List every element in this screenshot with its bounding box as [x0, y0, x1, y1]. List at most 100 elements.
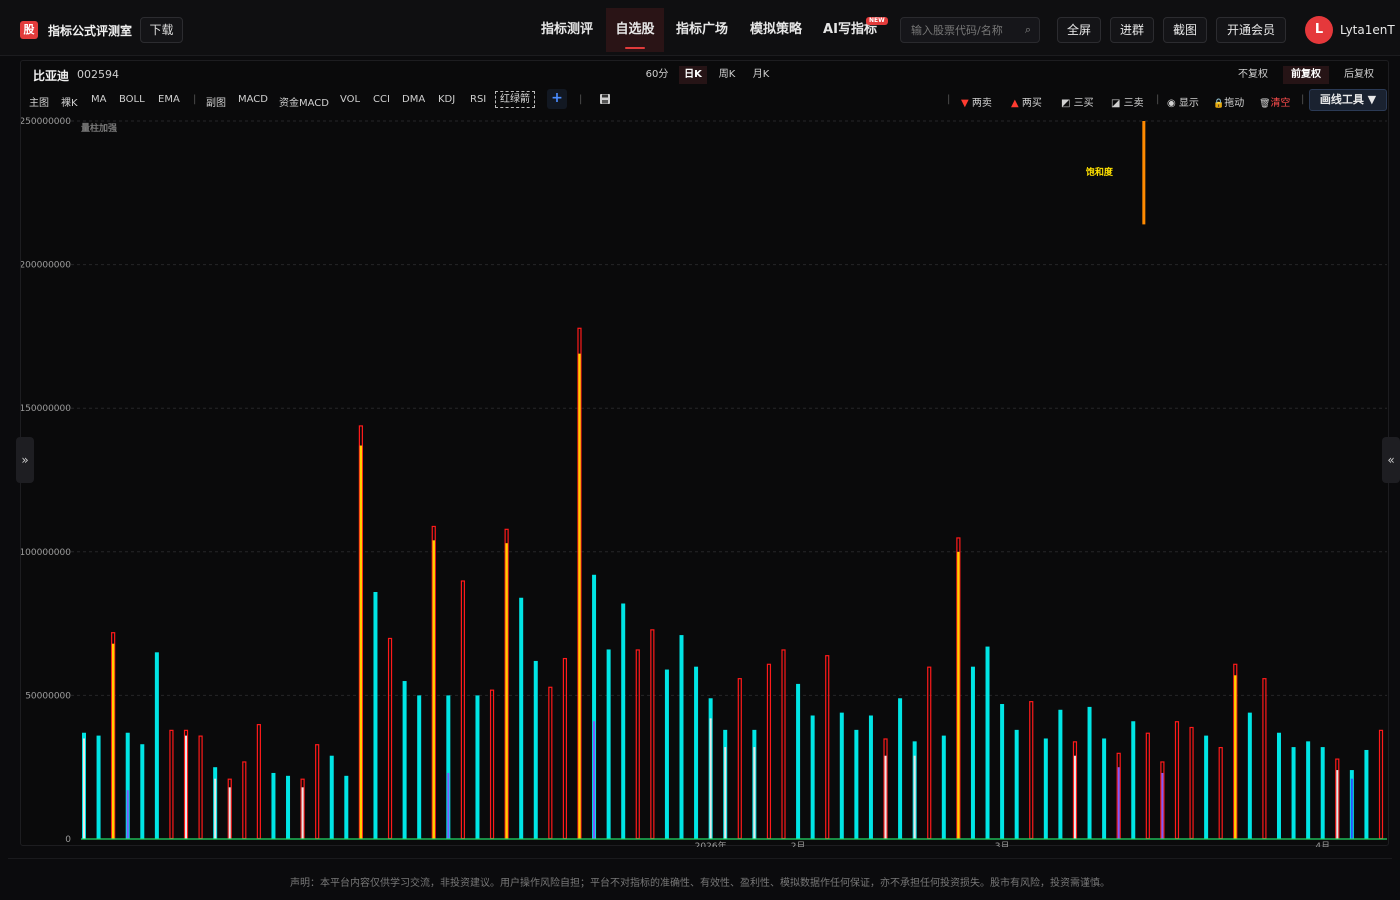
volume-bar-inner: [913, 755, 916, 839]
volume-bar: [402, 681, 407, 839]
volume-bar-inner: [1234, 675, 1237, 839]
volume-bar: [854, 729, 859, 839]
membership-button[interactable]: 开通会员: [1216, 17, 1286, 43]
volume-bar: [169, 729, 174, 840]
username[interactable]: Lyta1enT: [1340, 23, 1395, 37]
nav-watchlist[interactable]: 自选股: [606, 8, 664, 52]
search-box: ⌕: [900, 17, 1040, 43]
volume-bar-inner: [724, 747, 727, 839]
volume-bar: [460, 580, 465, 840]
volume-bar: [810, 715, 815, 839]
volume-bar-inner: [1336, 770, 1339, 839]
volume-bar: [475, 695, 480, 839]
volume-bar-inner: [957, 551, 960, 839]
search-icon[interactable]: ⌕: [1025, 23, 1031, 37]
volume-bar: [562, 657, 568, 840]
volume-bar: [286, 775, 291, 839]
chart-panel: 比亚迪 002594 60分 日K 周K 月K 不复权 前复权 后复权 主图 裸…: [20, 60, 1389, 847]
x-tick-label: 4月: [1315, 841, 1330, 847]
volume-bar: [140, 744, 145, 839]
avatar[interactable]: L: [1305, 16, 1333, 44]
volume-bar: [1204, 735, 1209, 839]
volume-bar: [1364, 749, 1369, 839]
logo-icon: 股: [20, 21, 38, 39]
volume-bar: [154, 652, 159, 839]
join-group-button[interactable]: 进群: [1110, 17, 1154, 43]
y-tick-label: 250000000: [21, 117, 71, 127]
volume-bar: [898, 698, 903, 839]
saturation-annotation: 饱和度: [1086, 166, 1114, 178]
indicator-label: 量柱加强: [81, 122, 117, 134]
volume-bar: [664, 669, 669, 839]
volume-bar: [679, 635, 684, 839]
new-badge: NEW: [866, 17, 888, 25]
volume-bar: [271, 772, 276, 839]
disclaimer: 声明：本平台内容仅供学习交流，非投资建议。用户操作风险自担；平台不对指标的准确性…: [290, 878, 1110, 889]
volume-bar: [781, 649, 786, 840]
volume-bar-inner: [185, 735, 188, 839]
volume-bar: [1174, 721, 1180, 840]
fullscreen-button[interactable]: 全屏: [1057, 17, 1101, 43]
volume-bar: [839, 712, 844, 839]
volume-bar: [1291, 747, 1296, 839]
volume-bar: [1102, 738, 1107, 839]
volume-bar: [533, 660, 538, 839]
y-tick-label: 200000000: [21, 261, 71, 271]
nav-ai-indicator[interactable]: AI写指标: [814, 8, 886, 52]
volume-bar-inner: [432, 540, 435, 839]
volume-bar: [1043, 738, 1048, 839]
volume-bar: [373, 592, 378, 839]
volume-bar-inner: [447, 772, 450, 839]
volume-bar: [329, 755, 334, 839]
volume-bar: [1014, 729, 1019, 839]
nav-simulation-strategy[interactable]: 模拟策略: [740, 8, 812, 52]
volume-bar: [96, 735, 101, 839]
volume-bar-inner: [214, 778, 217, 839]
volume-bar: [985, 646, 990, 839]
search-input[interactable]: [911, 21, 1011, 39]
volume-bar-inner: [505, 543, 508, 839]
volume-bar-inner: [1073, 755, 1076, 839]
expand-left-handle[interactable]: »: [16, 437, 34, 483]
expand-right-handle[interactable]: «: [1382, 437, 1400, 483]
y-tick-label: 100000000: [21, 548, 71, 558]
download-button[interactable]: 下载: [140, 17, 183, 43]
volume-bar: [417, 695, 422, 839]
brand-title: 指标公式评测室: [48, 24, 133, 38]
volume-bar: [1145, 732, 1150, 840]
volume-bar: [1189, 726, 1194, 840]
volume-bar: [1378, 729, 1384, 840]
volume-bar: [927, 666, 932, 840]
volume-bar-inner: [709, 718, 712, 839]
volume-bar-inner: [1161, 772, 1164, 839]
volume-bar: [737, 678, 742, 840]
nav-indicator-square[interactable]: 指标广场: [666, 8, 738, 52]
volume-bar: [519, 597, 524, 839]
y-tick-label: 50000000: [25, 691, 71, 701]
x-tick-label: 3月: [995, 841, 1010, 847]
volume-bar: [941, 735, 946, 839]
volume-bar: [635, 649, 640, 840]
footer-divider: [8, 858, 1392, 859]
volume-bar: [1247, 712, 1252, 839]
volume-bar-inner: [301, 787, 304, 839]
saturation-bar: [1142, 121, 1146, 225]
volume-bar: [1058, 709, 1063, 839]
x-tick-label: 2月: [791, 841, 806, 847]
nav-indicator-review[interactable]: 指标测评: [528, 8, 606, 52]
volume-bar: [315, 744, 320, 840]
volume-bar: [1306, 741, 1311, 839]
volume-bar-inner: [228, 787, 231, 839]
volume-bar: [1320, 747, 1325, 839]
screenshot-button[interactable]: 截图: [1163, 17, 1207, 43]
volume-bar-inner: [359, 445, 363, 839]
volume-bar: [1087, 706, 1092, 839]
volume-bar: [387, 637, 393, 840]
volume-bar: [796, 683, 801, 839]
volume-bar: [621, 603, 626, 839]
volume-bar-inner: [111, 643, 115, 839]
x-tick-label: 2026年: [695, 840, 727, 847]
volume-bar-inner: [83, 738, 85, 839]
volume-bar-inner: [126, 790, 129, 839]
y-tick-label: 150000000: [21, 404, 71, 414]
